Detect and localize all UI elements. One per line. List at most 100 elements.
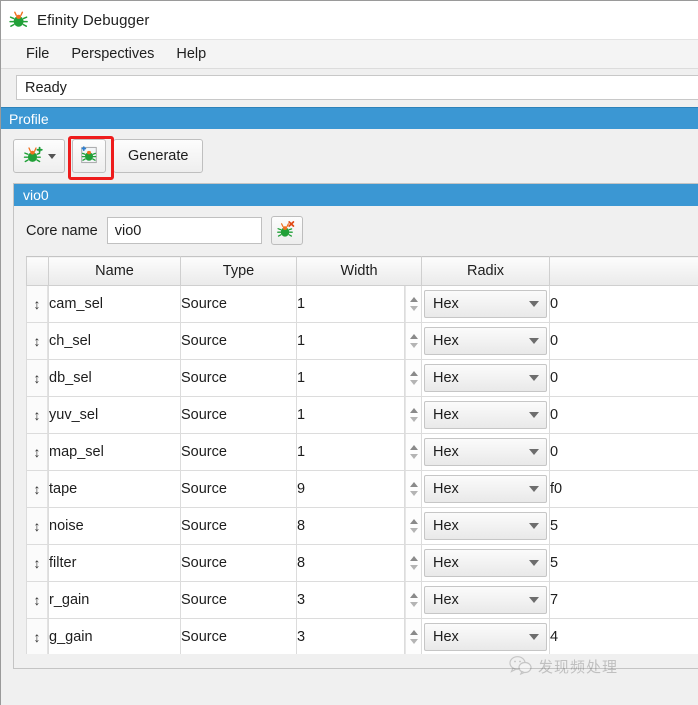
cell-signal-width[interactable]: 9 [297,471,405,508]
column-header-value[interactable] [550,257,698,286]
cell-signal-width[interactable]: 1 [297,323,405,360]
table-row[interactable]: ↕r_gainSource3Hex7 [27,582,698,619]
row-drag-handle[interactable]: ↕ [27,434,49,471]
cell-signal-width[interactable]: 1 [297,360,405,397]
radix-dropdown[interactable]: Hex [424,438,547,466]
cell-signal-width[interactable]: 3 [297,582,405,619]
cell-signal-value[interactable]: 0 [550,360,698,397]
cell-signal-name[interactable]: g_gain [49,619,181,655]
drag-handle-icon[interactable]: ↕ [27,323,48,359]
spinner-up-icon[interactable] [410,408,418,413]
width-spinner[interactable] [405,471,422,508]
width-spinner[interactable] [405,434,422,471]
spinner-up-icon[interactable] [410,519,418,524]
cell-signal-value[interactable]: 5 [550,508,698,545]
cell-signal-width[interactable]: 3 [297,619,405,655]
cell-signal-name[interactable]: db_sel [49,360,181,397]
row-drag-handle[interactable]: ↕ [27,508,49,545]
chevron-down-icon[interactable] [529,412,539,418]
chevron-down-icon[interactable] [529,634,539,640]
spinner-down-icon[interactable] [410,306,418,311]
row-drag-handle[interactable]: ↕ [27,545,49,582]
drag-handle-icon[interactable]: ↕ [27,582,48,618]
cell-signal-name[interactable]: tape [49,471,181,508]
drag-handle-icon[interactable]: ↕ [27,545,48,581]
drag-handle-icon[interactable]: ↕ [27,360,48,396]
cell-radix-select[interactable]: Hex [422,286,550,323]
spinner-up-icon[interactable] [410,482,418,487]
core-name-input[interactable]: vio0 [107,217,262,244]
cell-signal-name[interactable]: ch_sel [49,323,181,360]
spinner-down-icon[interactable] [410,565,418,570]
drag-handle-icon[interactable]: ↕ [27,471,48,507]
chevron-down-icon[interactable] [529,560,539,566]
cell-signal-type[interactable]: Source [181,582,297,619]
column-header-radix[interactable]: Radix [422,257,550,286]
table-row[interactable]: ↕db_selSource1Hex0 [27,360,698,397]
cell-signal-value[interactable]: 0 [550,434,698,471]
table-row[interactable]: ↕noiseSource8Hex5 [27,508,698,545]
spinner-up-icon[interactable] [410,593,418,598]
radix-dropdown[interactable]: Hex [424,549,547,577]
radix-dropdown[interactable]: Hex [424,364,547,392]
row-drag-handle[interactable]: ↕ [27,323,49,360]
cell-signal-value[interactable]: f0 [550,471,698,508]
table-row[interactable]: ↕yuv_selSource1Hex0 [27,397,698,434]
cell-signal-name[interactable]: cam_sel [49,286,181,323]
cell-signal-name[interactable]: r_gain [49,582,181,619]
cell-signal-type[interactable]: Source [181,508,297,545]
row-drag-handle[interactable]: ↕ [27,471,49,508]
radix-dropdown[interactable]: Hex [424,623,547,651]
chevron-down-icon[interactable] [529,338,539,344]
column-header-width[interactable]: Width [297,257,422,286]
radix-dropdown[interactable]: Hex [424,512,547,540]
width-spinner[interactable] [405,323,422,360]
cell-signal-value[interactable]: 0 [550,397,698,434]
chevron-down-icon[interactable] [529,486,539,492]
drag-handle-icon[interactable]: ↕ [27,434,48,470]
chevron-down-icon[interactable] [48,154,56,159]
row-drag-handle[interactable]: ↕ [27,582,49,619]
cell-signal-name[interactable]: yuv_sel [49,397,181,434]
new-profile-button[interactable] [72,139,106,173]
chevron-down-icon[interactable] [529,301,539,307]
table-row[interactable]: ↕cam_selSource1Hex0 [27,286,698,323]
chevron-down-icon[interactable] [529,375,539,381]
spinner-down-icon[interactable] [410,454,418,459]
spinner-up-icon[interactable] [410,297,418,302]
width-spinner[interactable] [405,360,422,397]
cell-signal-name[interactable]: map_sel [49,434,181,471]
row-drag-handle[interactable]: ↕ [27,286,49,323]
width-spinner[interactable] [405,582,422,619]
cell-radix-select[interactable]: Hex [422,582,550,619]
radix-dropdown[interactable]: Hex [424,401,547,429]
spinner-down-icon[interactable] [410,417,418,422]
radix-dropdown[interactable]: Hex [424,327,547,355]
drag-handle-icon[interactable]: ↕ [27,397,48,433]
spinner-down-icon[interactable] [410,380,418,385]
cell-signal-type[interactable]: Source [181,619,297,655]
column-header-name[interactable]: Name [49,257,181,286]
spinner-up-icon[interactable] [410,630,418,635]
cell-radix-select[interactable]: Hex [422,545,550,582]
signal-table-scroll[interactable]: Name Type Width Radix ↕cam_selSource1Hex… [26,256,698,654]
spinner-up-icon[interactable] [410,371,418,376]
cell-signal-name[interactable]: noise [49,508,181,545]
cell-radix-select[interactable]: Hex [422,508,550,545]
cell-signal-width[interactable]: 1 [297,286,405,323]
width-spinner[interactable] [405,397,422,434]
radix-dropdown[interactable]: Hex [424,586,547,614]
menu-item-perspectives[interactable]: Perspectives [60,43,165,65]
spinner-down-icon[interactable] [410,639,418,644]
spinner-down-icon[interactable] [410,491,418,496]
add-core-button[interactable] [13,139,65,173]
width-spinner[interactable] [405,508,422,545]
spinner-up-icon[interactable] [410,334,418,339]
table-row[interactable]: ↕map_selSource1Hex0 [27,434,698,471]
cell-signal-type[interactable]: Source [181,397,297,434]
cell-signal-type[interactable]: Source [181,323,297,360]
chevron-down-icon[interactable] [529,449,539,455]
radix-dropdown[interactable]: Hex [424,290,547,318]
width-spinner[interactable] [405,545,422,582]
cell-signal-value[interactable]: 5 [550,545,698,582]
